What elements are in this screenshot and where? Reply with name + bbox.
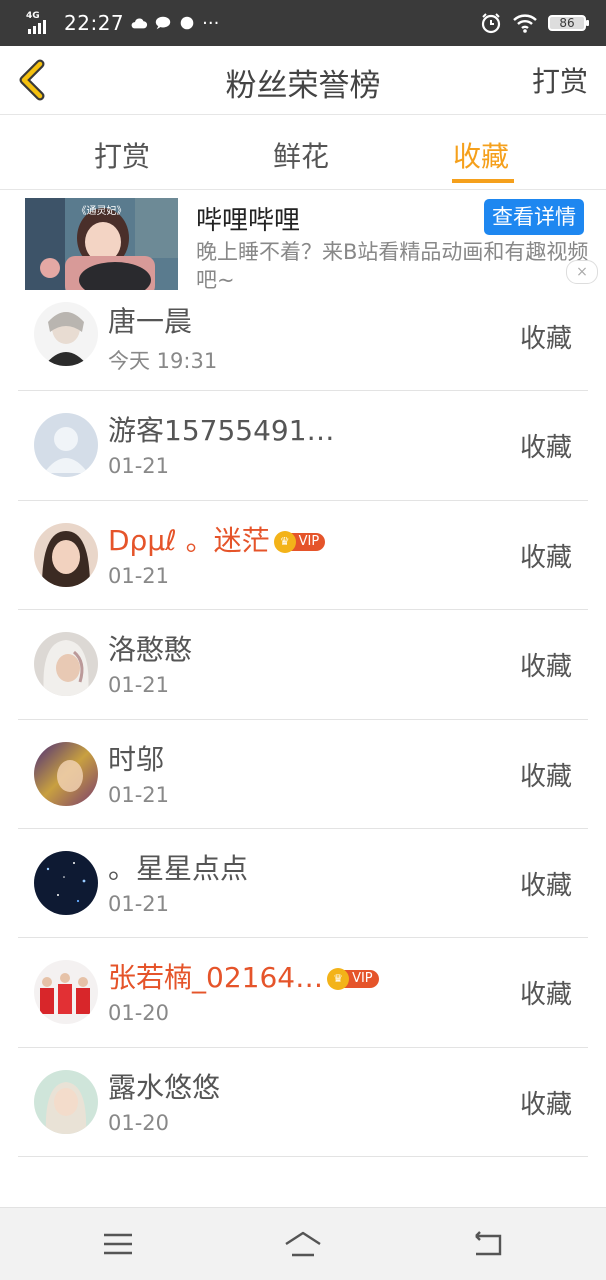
list-item[interactable]: 张若楠_02164… ♛ VIP 01-20 收藏	[0, 938, 606, 1048]
favorite-date: 01-20	[108, 1110, 170, 1135]
reward-button[interactable]: 打赏	[532, 60, 588, 100]
action-label: 收藏	[519, 433, 572, 464]
ad-close-button[interactable]: ×	[566, 260, 598, 284]
favorite-date: 01-20	[108, 1001, 170, 1026]
action-label: 收藏	[519, 870, 572, 901]
action-label: 收藏	[519, 1089, 572, 1120]
user-name: 时邬	[108, 742, 165, 776]
tab-bar: 打赏 鲜花 收藏	[0, 115, 606, 190]
wifi-icon	[513, 14, 537, 33]
return-icon[interactable]	[468, 1228, 508, 1260]
status-time: 22:27	[64, 11, 125, 35]
list-item[interactable]: 洛憨憨 01-21 收藏	[0, 610, 606, 720]
alarm-icon	[481, 13, 501, 34]
action-label: 收藏	[519, 324, 572, 354]
ad-details-button[interactable]: 查看详情	[484, 199, 584, 235]
favorite-date: 01-21	[108, 782, 170, 807]
system-nav-bar	[0, 1207, 606, 1280]
list-item[interactable]: 唐一晨 今天 19:31 收藏	[0, 282, 606, 392]
avatar[interactable]	[34, 302, 98, 366]
user-name: 露水悠悠	[108, 1070, 221, 1104]
chat-bubble-icon	[155, 16, 171, 30]
list-item[interactable]: 游客15755491… 01-21 收藏	[0, 391, 606, 501]
action-label: 收藏	[519, 761, 572, 792]
list-item[interactable]: Dρμℓ 。迷茫 ♛ VIP 01-21 收藏	[0, 501, 606, 611]
favorite-date: 01-21	[108, 891, 170, 916]
ad-image[interactable]: 《通灵妃》	[25, 198, 178, 290]
action-label: 收藏	[519, 652, 572, 683]
user-name: 唐一晨	[108, 305, 193, 338]
favorite-date: 01-21	[108, 563, 170, 588]
ad-title: 哔哩哔哩	[196, 206, 301, 236]
battery-icon: 86	[548, 15, 589, 31]
user-name-vip: Dρμℓ 。迷茫 ♛ VIP	[108, 519, 326, 559]
user-name: 洛憨憨	[108, 633, 193, 667]
user-name: 游客15755491…	[108, 414, 335, 448]
avatar[interactable]	[34, 741, 98, 806]
avatar[interactable]	[34, 960, 98, 1025]
signal-icon: 4G	[26, 10, 54, 36]
user-name-vip: 张若楠_02164… ♛ VIP	[108, 956, 379, 996]
avatar[interactable]	[34, 850, 98, 915]
list-item[interactable]: 露水悠悠 01-20 收藏	[0, 1048, 606, 1158]
home-icon[interactable]	[283, 1228, 323, 1260]
battery-level: 86	[559, 16, 575, 30]
vip-badge: ♛ VIP	[273, 530, 326, 553]
favorites-list: 唐一晨 今天 19:31 收藏 游客15755491… 01-21 收藏 Dρμ…	[0, 282, 606, 1158]
ad-image-caption: 《通灵妃》	[76, 206, 127, 217]
app-notification-icon	[180, 16, 194, 30]
user-name-text: 张若楠_02164…	[108, 961, 324, 995]
tab-reward[interactable]: 打赏	[94, 135, 150, 175]
action-label: 收藏	[519, 542, 572, 573]
crown-icon: ♛	[273, 530, 296, 553]
avatar[interactable]	[34, 632, 98, 697]
tab-favorites[interactable]: 收藏	[453, 135, 509, 175]
favorite-date: 01-21	[108, 673, 170, 698]
cloud-icon	[131, 18, 148, 29]
app-header: 粉丝荣誉榜 打赏	[0, 46, 606, 115]
list-item[interactable]: 时邬 01-21 收藏	[0, 720, 606, 829]
more-notifications-icon: ···	[202, 12, 220, 34]
page-title: 粉丝荣誉榜	[225, 68, 381, 104]
list-item[interactable]: 。星星点点 01-21 收藏	[0, 829, 606, 939]
avatar[interactable]	[34, 522, 98, 587]
avatar[interactable]	[34, 1069, 98, 1134]
avatar[interactable]	[34, 413, 98, 478]
active-tab-indicator	[452, 179, 514, 183]
user-name: 。星星点点	[108, 851, 249, 885]
menu-icon[interactable]	[98, 1228, 138, 1260]
favorite-date: 今天 19:31	[108, 349, 218, 373]
ad-banner[interactable]: 《通灵妃》 哔哩哔哩 晚上睡不着？来B站看精品动画和有趣视频吧~ 查看详情 ×	[0, 190, 606, 290]
action-label: 收藏	[519, 980, 572, 1011]
tab-flowers[interactable]: 鲜花	[273, 135, 329, 175]
favorite-date: 01-21	[108, 454, 170, 479]
status-bar: 4G 22:27 ··· 86	[0, 0, 606, 46]
vip-badge: ♛ VIP	[327, 968, 379, 991]
user-name-text: Dρμℓ 。迷茫	[108, 523, 270, 557]
